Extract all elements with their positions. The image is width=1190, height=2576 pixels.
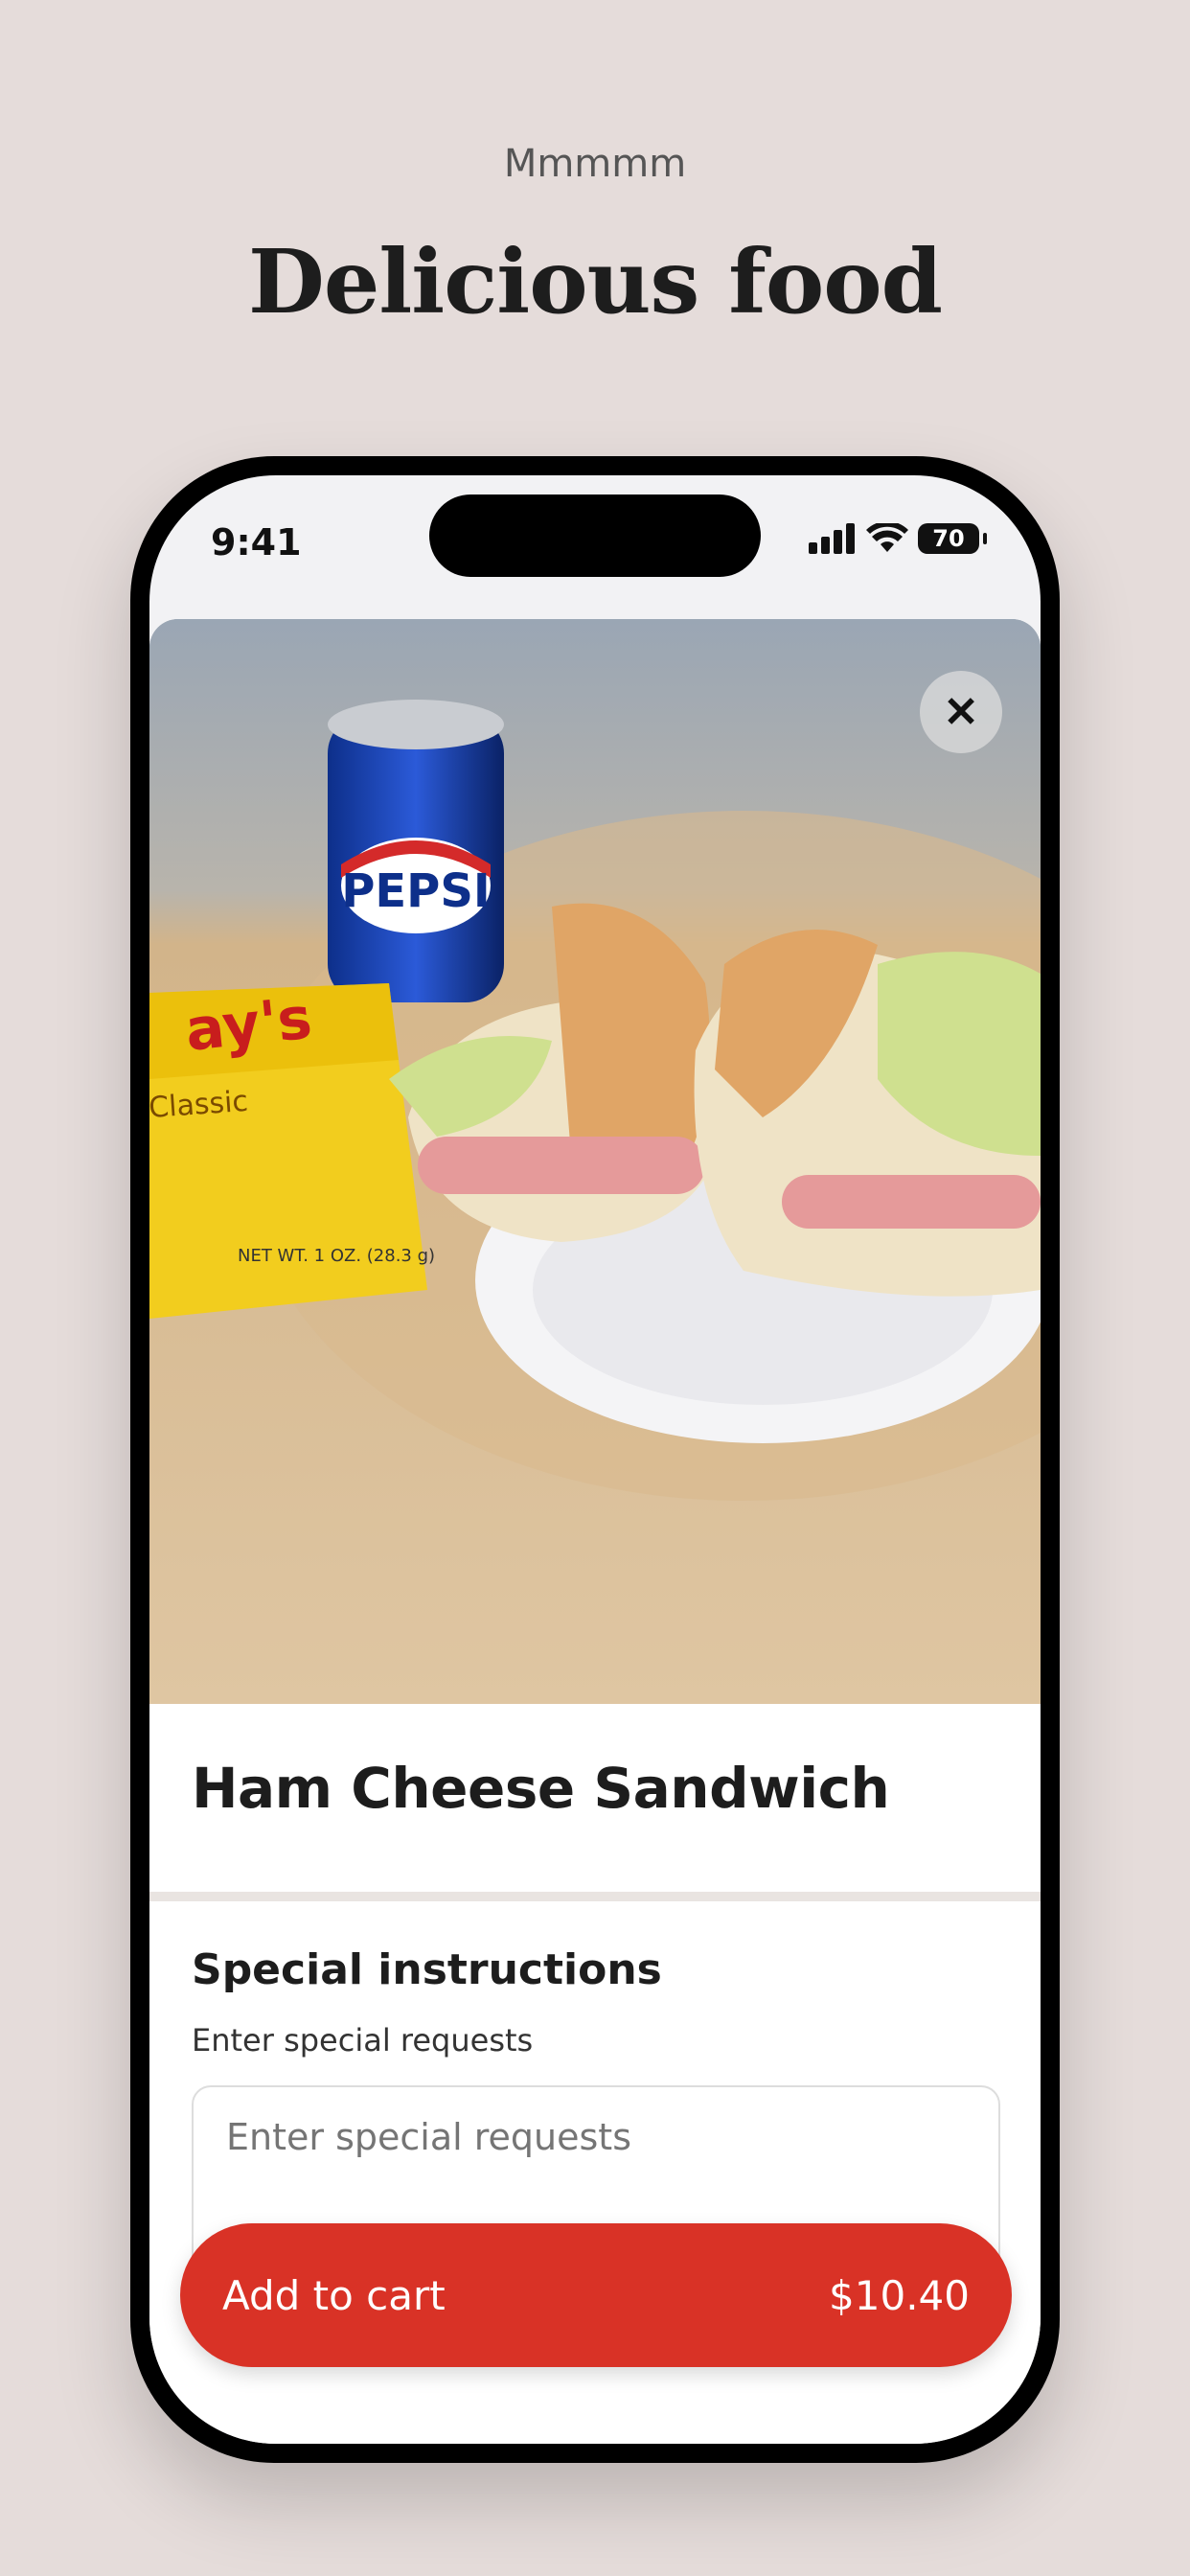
svg-text:NET WT. 1 OZ. (28.3 g): NET WT. 1 OZ. (28.3 g) — [238, 1246, 435, 1266]
section-divider — [149, 1892, 1041, 1901]
item-detail-sheet: PEPSI ay's Classic NET WT. 1 OZ. (28.3 g… — [149, 619, 1041, 2444]
svg-text:PEPSI: PEPSI — [341, 864, 491, 918]
close-icon: ✕ — [943, 688, 979, 736]
promo-subtitle: Mmmmm — [503, 142, 687, 186]
cart-price: $10.40 — [829, 2271, 970, 2319]
add-to-cart-label: Add to cart — [222, 2271, 446, 2319]
status-icons: 70 — [809, 523, 987, 554]
special-instructions-title: Special instructions — [192, 1945, 662, 1994]
food-photo: PEPSI ay's Classic NET WT. 1 OZ. (28.3 g… — [149, 619, 1041, 1704]
add-to-cart-button[interactable]: Add to cart $10.40 — [180, 2223, 1012, 2367]
promo-headline: Delicious food — [248, 230, 943, 334]
item-title-area: Ham Cheese Sandwich — [149, 1704, 1041, 1892]
signal-icon — [809, 523, 855, 554]
wifi-icon — [866, 523, 908, 552]
svg-text:ay's: ay's — [182, 985, 314, 1065]
special-instructions-label: Enter special requests — [192, 2022, 534, 2058]
battery-icon: 70 — [918, 523, 987, 554]
dynamic-island — [429, 494, 761, 577]
food-photo-illustration: PEPSI ay's Classic NET WT. 1 OZ. (28.3 g… — [149, 619, 1041, 1704]
item-name: Ham Cheese Sandwich — [192, 1756, 890, 1821]
status-time: 9:41 — [211, 521, 302, 564]
svg-text:Classic: Classic — [149, 1085, 249, 1125]
close-button[interactable]: ✕ — [920, 671, 1002, 753]
phone-frame: 9:41 70 PEPSI ay's Classic NET WT. 1 OZ.… — [130, 456, 1060, 2463]
phone-screen: 9:41 70 PEPSI ay's Classic NET WT. 1 OZ.… — [149, 475, 1041, 2444]
